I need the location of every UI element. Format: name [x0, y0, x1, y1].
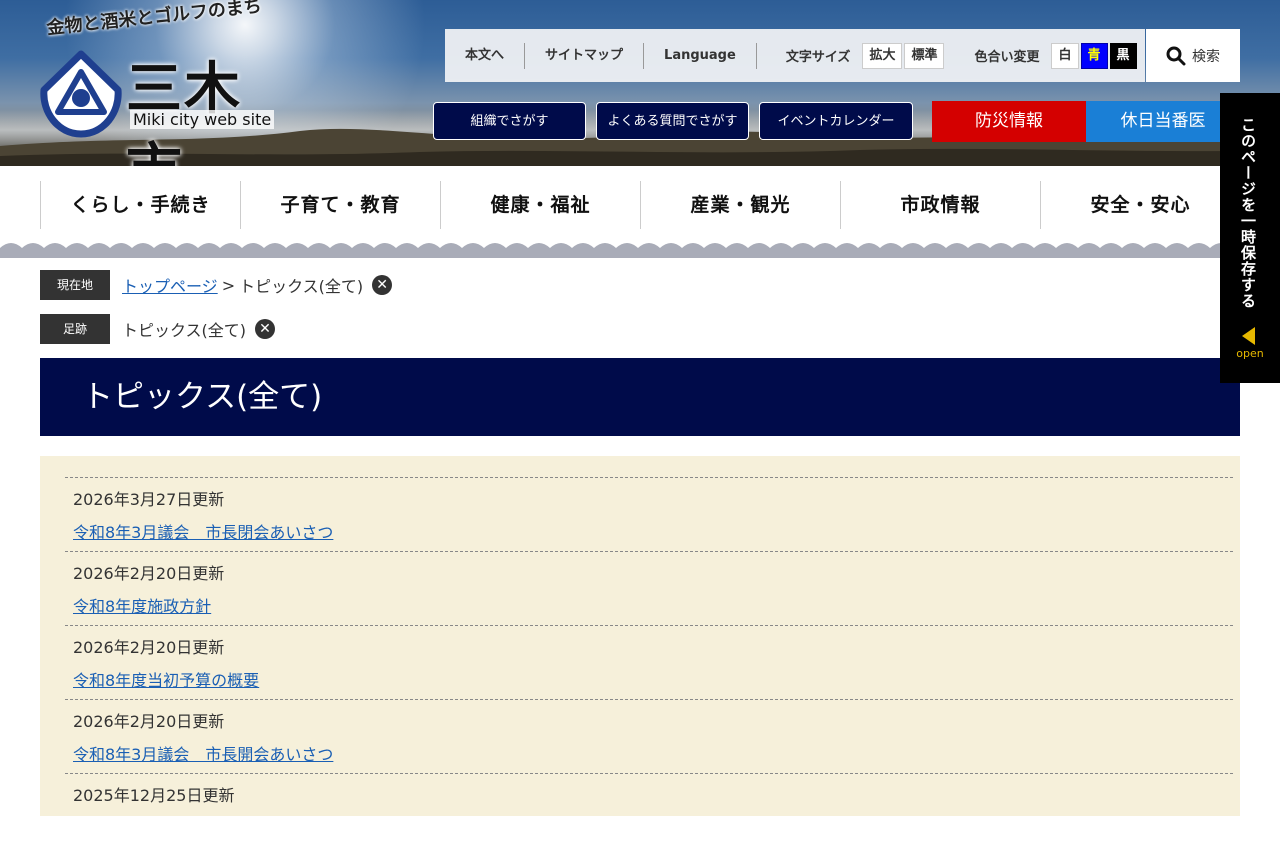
page-title: トピックス(全て) — [82, 379, 323, 415]
search-button[interactable]: 検索 — [1146, 29, 1240, 82]
topics-list: 2026年3月27日更新 令和8年3月議会 市長閉会あいさつ 2026年2月20… — [65, 477, 1233, 848]
search-label: 検索 — [1192, 48, 1220, 65]
topic-link[interactable]: 令和8年3月議会 市長閉会あいさつ — [73, 519, 333, 543]
holiday-doctor-button[interactable]: 休日当番医 — [1086, 101, 1240, 142]
nav-childcare-education[interactable]: 子育て・教育 — [240, 181, 440, 229]
font-size-group: 文字サイズ 拡大 標準 — [785, 42, 947, 69]
history-label: 足跡 — [40, 314, 110, 344]
breadcrumb-separator: > — [221, 275, 236, 295]
close-icon[interactable]: ✕ — [255, 319, 276, 339]
color-black-button[interactable]: 黒 — [1109, 42, 1137, 69]
sitemap-link[interactable]: サイトマップ — [525, 42, 645, 69]
color-change-group: 色合い変更 白 青 黒 — [974, 42, 1138, 69]
nav-safety-security[interactable]: 安全・安心 — [1040, 181, 1240, 229]
topic-date: 2026年2月20日更新 — [73, 712, 225, 731]
history-trail: 足跡 トピックス(全て) ✕ — [40, 314, 276, 344]
save-page-side-tab[interactable]: このページを一時保存する open — [1220, 93, 1280, 383]
font-size-standard-button[interactable]: 標準 — [904, 42, 945, 69]
disaster-info-button[interactable]: 防災情報 — [932, 101, 1086, 142]
miki-emblem-icon — [40, 50, 122, 138]
topic-link[interactable]: 令和8年3月議会 市長開会あいさつ — [73, 741, 333, 765]
topic-link[interactable]: 令和8年度施政方針 — [73, 593, 211, 617]
list-item: 2025年12月25日更新 — [65, 774, 1233, 848]
list-item: 2026年2月20日更新 令和8年3月議会 市長開会あいさつ — [65, 700, 1233, 774]
topics-panel: 2026年3月27日更新 令和8年3月議会 市長閉会あいさつ 2026年2月20… — [40, 456, 1240, 816]
nav-industry-tourism[interactable]: 産業・観光 — [640, 181, 840, 229]
list-item: 2026年2月20日更新 令和8年度当初予算の概要 — [65, 626, 1233, 700]
open-arrow-icon — [1242, 327, 1255, 345]
nav-living-procedures[interactable]: くらし・手続き — [40, 181, 240, 229]
header-hero: 金物と酒米とゴルフのまち 三木市 Miki city web site 本文へ … — [0, 0, 1280, 166]
open-label: open — [1236, 347, 1264, 360]
skip-to-content-link[interactable]: 本文へ — [445, 42, 526, 69]
search-icon — [1166, 46, 1186, 65]
topic-date: 2025年12月25日更新 — [73, 786, 235, 805]
nav-health-welfare[interactable]: 健康・福祉 — [440, 181, 640, 229]
color-white-button[interactable]: 白 — [1051, 42, 1079, 69]
search-faq-button[interactable]: よくある質問でさがす — [596, 102, 749, 140]
font-size-large-button[interactable]: 拡大 — [862, 42, 903, 69]
search-by-organization-button[interactable]: 組織でさがす — [433, 102, 586, 140]
topic-date: 2026年3月27日更新 — [73, 490, 225, 509]
close-icon[interactable]: ✕ — [372, 275, 393, 295]
site-logo[interactable]: 金物と酒米とゴルフのまち 三木市 Miki city web site — [38, 0, 298, 166]
logo-subtitle: Miki city web site — [130, 110, 275, 129]
list-item: 2026年3月27日更新 令和8年3月議会 市長閉会あいさつ — [65, 478, 1233, 552]
color-change-label: 色合い変更 — [974, 50, 1040, 65]
breadcrumb-home-link[interactable]: トップページ — [122, 273, 218, 297]
list-item: 2026年2月20日更新 令和8年度施政方針 — [65, 552, 1233, 626]
nav-wave-divider — [0, 243, 1280, 258]
save-page-text: このページを一時保存する — [1239, 117, 1257, 309]
color-blue-button[interactable]: 青 — [1080, 42, 1108, 69]
logo-tagline: 金物と酒米とゴルフのまち — [45, 0, 263, 40]
language-link[interactable]: Language — [644, 42, 757, 69]
page-title-bar: トピックス(全て) — [40, 358, 1240, 436]
nav-city-government[interactable]: 市政情報 — [840, 181, 1040, 229]
breadcrumb: 現在地 トップページ > トピックス(全て) ✕ — [40, 270, 393, 300]
utility-bar: 本文へ サイトマップ Language 文字サイズ 拡大 標準 色合い変更 白 … — [445, 29, 1145, 82]
font-size-label: 文字サイズ — [785, 50, 851, 65]
history-item[interactable]: トピックス(全て) — [122, 317, 246, 341]
topic-date: 2026年2月20日更新 — [73, 564, 225, 583]
topic-link[interactable]: 令和8年度当初予算の概要 — [73, 667, 259, 691]
current-location-label: 現在地 — [40, 270, 110, 300]
global-nav: くらし・手続き 子育て・教育 健康・福祉 産業・観光 市政情報 安全・安心 — [40, 181, 1240, 229]
event-calendar-button[interactable]: イベントカレンダー — [759, 102, 913, 140]
topic-date: 2026年2月20日更新 — [73, 638, 225, 657]
breadcrumb-current: トピックス(全て) — [239, 277, 364, 296]
logo-city-name: 三木市 — [126, 56, 242, 166]
